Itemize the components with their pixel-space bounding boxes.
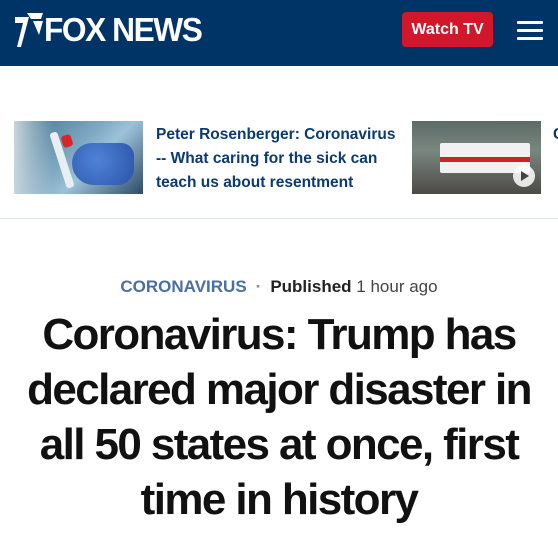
logo-text: FOX NEWS <box>44 11 203 48</box>
watch-tv-button[interactable]: Watch TV <box>402 12 493 47</box>
story-thumbnail[interactable] <box>14 121 143 194</box>
story-link[interactable]: C <box>553 123 558 147</box>
trending-stories: Peter Rosenberger: Coronavirus -- What c… <box>0 66 558 219</box>
play-icon[interactable] <box>513 165 535 187</box>
meta-separator: · <box>255 277 262 296</box>
published-label: Published <box>270 277 352 296</box>
story-link[interactable]: Peter Rosenberger: Coronavirus -- What c… <box>156 123 404 195</box>
article-meta: CORONAVIRUS · Published 1 hour ago <box>0 276 558 298</box>
fox-news-logo[interactable]: FOX NEWS <box>13 11 208 49</box>
category-link[interactable]: CORONAVIRUS <box>120 277 246 296</box>
fox-logo-mark-icon <box>15 13 43 47</box>
story-thumbnail[interactable] <box>412 121 541 194</box>
gloved-hand-image <box>72 143 134 185</box>
published-time: 1 hour ago <box>356 277 438 296</box>
site-header: FOX NEWS Watch TV <box>0 0 558 66</box>
article-headline: Coronavirus: Trump has declared major di… <box>27 310 532 524</box>
menu-icon[interactable] <box>517 21 543 40</box>
